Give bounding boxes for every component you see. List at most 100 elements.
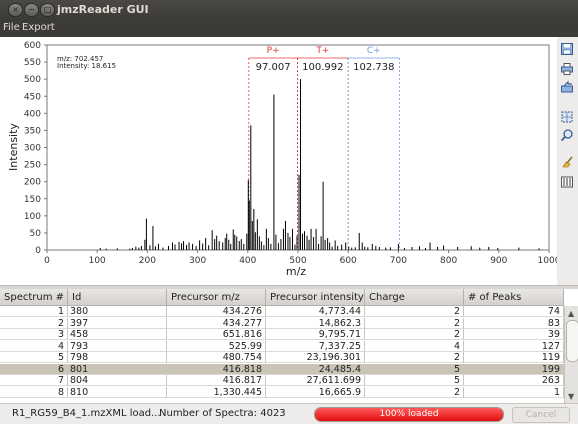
x-tick-label: 700 — [390, 256, 407, 266]
chart-toolbar — [557, 37, 578, 285]
cell-charge: 2 — [365, 306, 464, 317]
cell-id: 380 — [68, 306, 167, 317]
cell-charge: 2 — [365, 386, 464, 398]
table-row[interactable]: 5 798 480.754 23,196.301 2 119 — [0, 352, 564, 363]
y-tick-label: 300 — [24, 144, 41, 154]
table-scrollbar[interactable]: ▲ ▼ — [564, 306, 578, 403]
column-header-id[interactable]: Id — [68, 289, 167, 306]
info-intensity: Intensity: 18.615 — [57, 62, 116, 70]
cell-charge: 2 — [365, 317, 464, 329]
cell-precursor-intensity: 4,773.44 — [266, 306, 365, 317]
y-tick-label: 350 — [24, 126, 41, 136]
zoom-area-icon[interactable] — [560, 110, 574, 124]
spectrum-chart-panel[interactable]: 0 50 100 150 200 250 300 350 400 450 500 550 600 0 10… — [0, 37, 561, 285]
column-header-charge[interactable]: Charge — [365, 289, 464, 306]
cell-id: 793 — [68, 340, 167, 352]
cell-peaks: 263 — [464, 375, 564, 386]
cell-spectrum: 1 — [0, 306, 68, 317]
cell-charge: 5 — [365, 375, 464, 386]
save-icon[interactable] — [560, 42, 574, 56]
cell-peaks: 83 — [464, 317, 564, 329]
cancel-button[interactable]: Cancel — [512, 407, 570, 423]
cell-precursor-intensity: 27,611.699 — [266, 375, 365, 386]
clear-annotations-icon[interactable] — [560, 155, 574, 169]
progress-label: 100% loaded — [379, 409, 439, 419]
cell-peaks: 1 — [464, 386, 564, 398]
cell-charge: 5 — [365, 363, 464, 375]
status-bar: R1_RG59_B4_1.mzXML load... Number of Spe… — [0, 403, 578, 424]
y-tick-label: 600 — [24, 41, 41, 51]
cell-peaks: 119 — [464, 352, 564, 363]
menu-file[interactable]: File — [3, 22, 20, 33]
cell-precursor-mz: 525.99 — [167, 340, 266, 352]
table-row[interactable]: 4 793 525.99 7,337.25 4 127 — [0, 340, 564, 352]
cell-spectrum: 4 — [0, 340, 68, 352]
cell-spectrum: 2 — [0, 317, 68, 329]
print-icon[interactable] — [560, 62, 574, 76]
marker-ion-label: P+ — [267, 46, 280, 56]
x-tick-label: 900 — [490, 256, 507, 266]
cell-peaks: 39 — [464, 329, 564, 340]
column-header-precursor-mz[interactable]: Precursor m/z — [167, 289, 266, 306]
minimize-window-button[interactable]: − — [24, 3, 39, 17]
cell-precursor-mz: 416.817 — [167, 375, 266, 386]
x-tick-label: 300 — [189, 256, 206, 266]
cell-precursor-intensity: 9,795.71 — [266, 329, 365, 340]
cell-id: 801 — [68, 363, 167, 375]
cell-spectrum: 8 — [0, 386, 68, 398]
table-row[interactable]: 1 380 434.276 4,773.44 2 74 — [0, 306, 564, 317]
loading-progress-bar: 100% loaded — [314, 407, 504, 422]
x-axis-label: m/z — [286, 265, 306, 278]
spectrum-table: Spectrum # Id Precursor m/z Precursor in… — [0, 289, 578, 403]
cell-spectrum: 7 — [0, 375, 68, 386]
y-tick-label: 400 — [24, 109, 41, 119]
zoom-icon[interactable] — [560, 128, 574, 142]
x-tick-label: 600 — [340, 256, 357, 266]
cell-precursor-intensity: 24,485.4 — [266, 363, 365, 375]
scroll-thumb[interactable] — [566, 320, 578, 362]
cell-spectrum: 6 — [0, 363, 68, 375]
cell-precursor-mz: 651.816 — [167, 329, 266, 340]
cell-id: 810 — [68, 386, 167, 398]
scroll-down-icon[interactable]: ▼ — [568, 392, 574, 401]
cell-precursor-mz: 1,330.445 — [167, 386, 266, 398]
x-tick-label: 800 — [440, 256, 457, 266]
table-row[interactable]: 8 810 1,330.445 16,665.9 2 1 — [0, 386, 564, 398]
x-tick-label: 1000 — [538, 256, 557, 266]
table-row[interactable]: 2 397 434.277 14,862.3 2 83 — [0, 317, 564, 329]
close-window-button[interactable]: × — [8, 3, 23, 17]
scroll-up-icon[interactable]: ▲ — [568, 309, 574, 318]
y-tick-label: 200 — [24, 178, 41, 188]
marker-ion-label: C+ — [367, 46, 381, 56]
table-row[interactable]: 6 801 416.818 24,485.4 5 199 — [0, 363, 564, 375]
y-tick-label: 450 — [24, 92, 41, 102]
export-chart-icon[interactable] — [560, 80, 574, 94]
cell-precursor-intensity: 23,196.301 — [266, 352, 365, 363]
y-tick-label: 0 — [35, 246, 41, 256]
table-row[interactable]: 7 804 416.817 27,611.699 5 263 — [0, 375, 564, 386]
status-file-text: R1_RG59_B4_1.mzXML load... — [12, 408, 161, 419]
peak-labels-icon[interactable] — [560, 175, 574, 189]
y-axis-label: Intensity — [7, 123, 20, 171]
x-tick-label: 200 — [139, 256, 156, 266]
column-header-precursor-intensity[interactable]: Precursor intensity — [266, 289, 365, 306]
marker-ion-label: T+ — [315, 46, 329, 56]
column-header-peaks[interactable]: # of Peaks — [464, 289, 564, 306]
maximize-window-button[interactable]: □ — [40, 3, 55, 17]
spectrum-chart[interactable]: 0 50 100 150 200 250 300 350 400 450 500 550 600 0 10… — [0, 37, 561, 285]
plot-area[interactable] — [46, 44, 550, 251]
menu-export[interactable]: Export — [22, 22, 55, 33]
cell-precursor-intensity: 16,665.9 — [266, 386, 365, 398]
cell-peaks: 127 — [464, 340, 564, 352]
table-row[interactable]: 3 458 651.816 9,795.71 2 39 — [0, 329, 564, 340]
column-header-spectrum[interactable]: Spectrum # — [0, 289, 68, 306]
y-tick-label: 550 — [24, 58, 41, 68]
marker-mass-label: 97.007 — [256, 62, 291, 73]
cell-charge: 4 — [365, 340, 464, 352]
cell-precursor-mz: 434.277 — [167, 317, 266, 329]
marker-mass-label: 100.992 — [302, 62, 343, 73]
cell-peaks: 199 — [464, 363, 564, 375]
cell-id: 397 — [68, 317, 167, 329]
cell-id: 804 — [68, 375, 167, 386]
y-tick-label: 250 — [24, 161, 41, 171]
